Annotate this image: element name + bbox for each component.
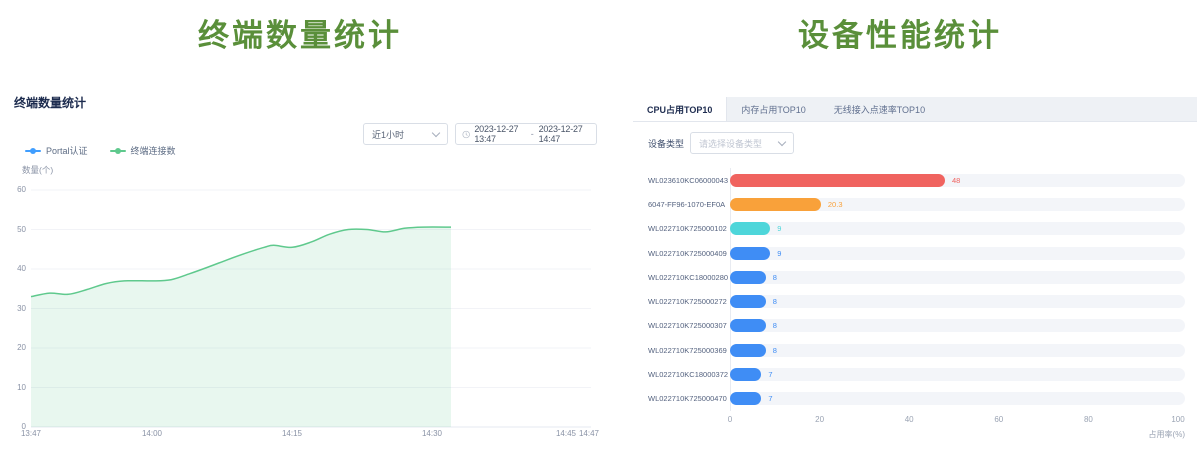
bar-x-tick-label: 60 — [984, 415, 1014, 424]
bar-value: 20.3 — [828, 198, 843, 211]
device-type-label: 设备类型 — [648, 137, 684, 150]
y-tick-label: 20 — [4, 343, 26, 352]
x-tick-label: 14:30 — [415, 429, 449, 438]
bar — [730, 295, 766, 308]
bar — [730, 319, 766, 332]
dashboard: 终端数量统计 终端数量统计 近1小时 2023-12-27 13:47 - 20… — [0, 0, 1200, 456]
bar-row: WL022710K725000307 8 — [648, 314, 1185, 338]
device-label: WL022710K725000409 — [648, 249, 722, 258]
device-label: WL022710K725000102 — [648, 224, 722, 233]
bar-row: WL022710K725000102 9 — [648, 217, 1185, 241]
cpu-top10-chart: WL023610KC06000043 48 6047-FF96-1070-EF0A 2… — [648, 168, 1185, 411]
bar-value: 7 — [768, 368, 772, 381]
bar-value: 9 — [777, 222, 781, 235]
bar-row: WL022710K725000272 8 — [648, 289, 1185, 313]
bar-value: 48 — [952, 174, 960, 187]
device-label: WL022710K725000307 — [648, 321, 722, 330]
bar — [730, 392, 761, 405]
device-type-select[interactable]: 请选择设备类型 — [690, 132, 794, 154]
device-label: WL022710K725000470 — [648, 394, 722, 403]
device-type-placeholder: 请选择设备类型 — [699, 137, 762, 150]
bar-x-tick-label: 100 — [1163, 415, 1193, 424]
bar-track: 20.3 — [730, 198, 1185, 211]
bar-track: 9 — [730, 247, 1185, 260]
bar-track: 8 — [730, 344, 1185, 357]
bar-value: 8 — [773, 295, 777, 308]
bar-x-axis-unit: 占用率(%) — [1149, 429, 1185, 440]
x-tick-label: 14:00 — [135, 429, 169, 438]
bar-track: 8 — [730, 271, 1185, 284]
device-label: WL022710K725000369 — [648, 346, 722, 355]
bar-value: 8 — [773, 271, 777, 284]
tab-1[interactable]: 内存占用TOP10 — [727, 97, 819, 121]
bar-value: 8 — [773, 344, 777, 357]
device-label: WL022710KC18000280 — [648, 273, 722, 282]
y-tick-label: 30 — [4, 304, 26, 313]
right-page-title: 设备性能统计 — [600, 10, 1200, 55]
device-label: WL022710KC18000372 — [648, 370, 722, 379]
bar-x-tick-label: 0 — [715, 415, 745, 424]
y-tick-label: 40 — [4, 264, 26, 273]
bar-row: WL022710K725000470 7 — [648, 387, 1185, 411]
bar-track: 8 — [730, 319, 1185, 332]
tab-2[interactable]: 无线接入点速率TOP10 — [820, 97, 939, 121]
bar-track: 9 — [730, 222, 1185, 235]
bar-track: 48 — [730, 174, 1185, 187]
bar — [730, 198, 821, 211]
y-tick-label: 10 — [4, 383, 26, 392]
x-tick-label: 14:15 — [275, 429, 309, 438]
bar-value: 9 — [777, 247, 781, 260]
bar — [730, 271, 766, 284]
device-label: 6047-FF96-1070-EF0A — [648, 200, 722, 209]
bar-row: WL022710KC18000280 8 — [648, 265, 1185, 289]
bar-track: 8 — [730, 295, 1185, 308]
bar — [730, 344, 766, 357]
bar-row: 6047-FF96-1070-EF0A 20.3 — [648, 192, 1185, 216]
bar-value: 8 — [773, 319, 777, 332]
bar-track: 7 — [730, 392, 1185, 405]
y-tick-label: 60 — [4, 185, 26, 194]
y-tick-label: 50 — [4, 225, 26, 234]
device-label: WL022710K725000272 — [648, 297, 722, 306]
bar — [730, 247, 770, 260]
bar-x-tick-label: 80 — [1073, 415, 1103, 424]
bar-row: WL022710KC18000372 7 — [648, 362, 1185, 386]
tab-bar: CPU占用TOP10内存占用TOP10无线接入点速率TOP10 — [633, 97, 1197, 122]
bar-row: WL023610KC06000043 48 — [648, 168, 1185, 192]
bar — [730, 368, 761, 381]
bar-row: WL022710K725000409 9 — [648, 241, 1185, 265]
bar — [730, 174, 945, 187]
terminal-count-panel: 终端数量统计 终端数量统计 近1小时 2023-12-27 13:47 - 20… — [0, 0, 600, 456]
chevron-down-icon — [778, 137, 786, 145]
tab-0[interactable]: CPU占用TOP10 — [633, 97, 727, 121]
device-label: WL023610KC06000043 — [648, 176, 722, 185]
bar-row: WL022710K725000369 8 — [648, 338, 1185, 362]
bar-x-tick-label: 40 — [894, 415, 924, 424]
x-tick-label: 13:47 — [14, 429, 48, 438]
bar-x-tick-label: 20 — [805, 415, 835, 424]
bar — [730, 222, 770, 235]
bar-track: 7 — [730, 368, 1185, 381]
bar-value: 7 — [768, 392, 772, 405]
terminal-count-chart — [0, 0, 600, 456]
device-performance-panel: 设备性能统计 CPU占用TOP10内存占用TOP10无线接入点速率TOP10 设… — [600, 0, 1200, 456]
